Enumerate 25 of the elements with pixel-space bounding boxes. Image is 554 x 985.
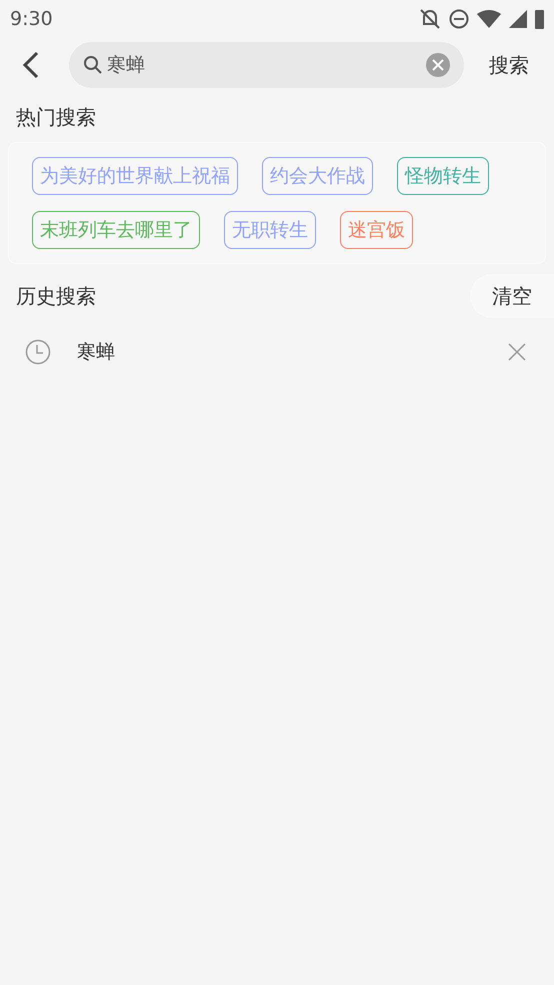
section-title: 热门搜索	[16, 105, 96, 129]
search-icon	[83, 55, 103, 75]
search-tag[interactable]: 怪物转生	[397, 157, 489, 195]
search-button[interactable]: 搜索	[464, 42, 554, 88]
search-tag[interactable]: 无职转生	[224, 211, 316, 249]
history-item[interactable]: 寒蝉	[0, 323, 554, 381]
bell-off-icon	[419, 8, 441, 30]
search-tag[interactable]: 迷宫饭	[340, 211, 413, 249]
clear-icon[interactable]	[426, 53, 450, 77]
search-field[interactable]: 寒蝉	[69, 42, 464, 88]
back-icon	[22, 51, 40, 79]
section-title: 历史搜索	[16, 283, 96, 310]
close-icon[interactable]	[508, 343, 526, 361]
search-input[interactable]: 寒蝉	[107, 50, 422, 80]
signal-icon	[509, 10, 527, 28]
clock-icon	[25, 339, 51, 365]
status-time: 9:30	[10, 6, 53, 32]
do-not-disturb-icon	[449, 9, 469, 29]
clear-history-button[interactable]: 清空	[470, 274, 554, 318]
search-tag[interactable]: 约会大作战	[262, 157, 373, 195]
search-tag[interactable]: 为美好的世界献上祝福	[32, 157, 238, 195]
battery-icon	[535, 9, 544, 29]
wifi-icon	[477, 9, 501, 29]
search-tag[interactable]: 末班列车去哪里了	[32, 211, 200, 249]
history-text: 寒蝉	[77, 340, 116, 365]
